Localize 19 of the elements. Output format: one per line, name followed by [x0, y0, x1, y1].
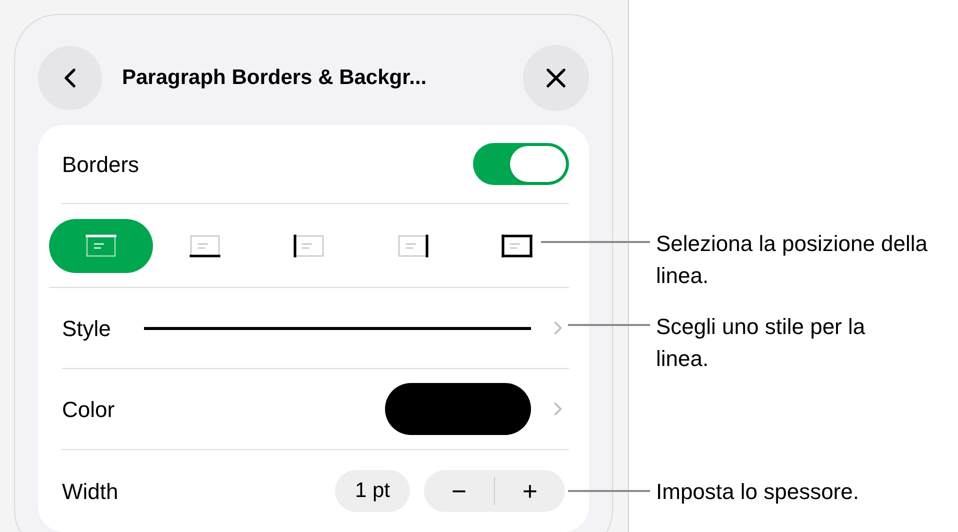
borders-label: Borders [62, 150, 140, 178]
panel-title: Paragraph Borders & Backgr... [122, 65, 428, 92]
decrease-button[interactable]: − [424, 470, 494, 512]
border-position-icon [396, 232, 430, 258]
callout-text: Seleziona la posizione della linea. [656, 230, 929, 290]
toggle-knob [510, 146, 566, 182]
callout-text: Scegli uno stile per la linea. [656, 313, 866, 373]
border-position-icon [188, 232, 222, 258]
color-swatch[interactable] [385, 383, 531, 435]
borders-toggle[interactable] [473, 143, 569, 185]
border-position-icon [500, 232, 534, 258]
callout-text: Imposta lo spessore. [656, 478, 860, 506]
style-label: Style [62, 314, 112, 343]
width-value: 1 pt [334, 470, 410, 512]
border-position-icon [292, 232, 326, 258]
color-label: Color [62, 396, 115, 424]
width-label: Width [62, 478, 118, 506]
border-position-icon [84, 232, 118, 258]
increase-button[interactable]: + [495, 470, 565, 512]
